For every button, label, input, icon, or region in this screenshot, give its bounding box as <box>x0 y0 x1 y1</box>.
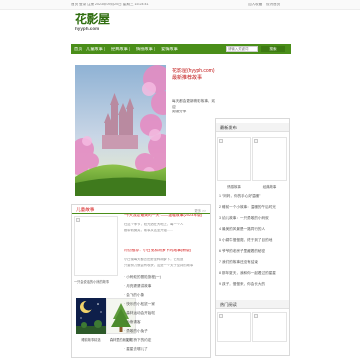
hero-summary-line: 每天都会更新精彩故事，欢迎 <box>172 99 216 109</box>
add-favorite-link[interactable]: 加入收藏 <box>248 3 262 7</box>
list-item[interactable]: 2 睡前一个小故事：温暖的午后时光 <box>219 205 276 210</box>
list-item[interactable]: 7 我们的故事还没有结束 <box>219 260 258 265</box>
list-item[interactable]: · 会飞的小象 <box>124 293 144 298</box>
search-button[interactable]: 搜索 <box>261 46 285 52</box>
nav-item-classic[interactable]: 经典故事 <box>111 47 128 51</box>
feature-line: 在这个季节，阳光洒在大地上，每一个人 <box>124 223 184 226</box>
feature-line: 小白兔每天都去田野里种胡萝卜，它知道 <box>124 258 184 261</box>
sidebar-section-title: 最新发布 <box>220 125 237 130</box>
feature-line: 只要努力就会有收获，这是一个关于坚持的故事 <box>124 264 194 267</box>
feature-line: 都带着微笑，故事从这里开始…… <box>124 229 174 232</box>
list-item[interactable]: 8 那年夏天，我和你一起看过的星星 <box>219 271 276 276</box>
hero-title[interactable]: 花影屋(hyyph.com)最新推荐故事 <box>172 68 218 86</box>
sidebar-section-header: 最新发布 <box>216 123 289 132</box>
sidebar-thumb[interactable] <box>217 137 251 181</box>
sidebar-thumb[interactable] <box>252 137 287 181</box>
top-link-home[interactable]: 首页 <box>71 3 78 7</box>
sidebar-thumb-caption[interactable]: 情感故事 <box>217 184 251 189</box>
broken-image-icon <box>219 314 223 318</box>
nav-separator: | <box>129 46 131 51</box>
set-homepage-link[interactable]: 设为首页 <box>266 3 280 7</box>
nav-item-home[interactable]: 首页 <box>74 47 82 51</box>
list-item[interactable]: · 彩虹桥下的约定 <box>124 338 151 343</box>
hero-summary-line: 阅读分享 <box>172 110 187 113</box>
story-thumb-caption[interactable]: 睡前故事精选 <box>76 337 106 342</box>
broken-image-icon <box>76 218 80 222</box>
top-link-register[interactable]: 注册 <box>87 3 94 7</box>
sidebar-thumb[interactable] <box>217 312 251 342</box>
castle-landscape-illustration <box>75 65 166 196</box>
broken-image-icon <box>254 139 258 143</box>
list-item[interactable]: · 小熊请客 <box>124 320 141 325</box>
top-notice: 2023年09月20日 星期三 15:24:41 <box>95 3 149 6</box>
nav-item-emotion[interactable]: 情感故事 <box>136 47 153 51</box>
list-item[interactable]: 6 爷爷的老房子里藏着的秘密 <box>219 249 265 254</box>
list-item[interactable]: 1 “妈妈，你的手心好温暖” <box>219 194 260 199</box>
broken-image-icon <box>219 139 223 143</box>
list-item[interactable]: · 星星去哪儿了 <box>124 347 148 352</box>
hero-image[interactable] <box>75 65 166 196</box>
sidebar-thumb-caption[interactable]: 经典故事 <box>252 184 287 189</box>
feature-headline[interactable]: 特别推荐：小白兔和胡萝卜的故事(新版) <box>124 249 210 253</box>
nav-separator: | <box>154 46 156 51</box>
story-thumb-night[interactable] <box>76 298 106 334</box>
broken-image-icon <box>254 314 258 318</box>
nav-separator: | <box>104 46 106 51</box>
list-item[interactable]: 9 孩子，慢慢来，你会长大的 <box>219 282 265 287</box>
search-input[interactable] <box>226 46 258 52</box>
list-item[interactable]: · 月亮婆婆讲故事 <box>124 284 151 289</box>
sidebar-section-header: 热门阅读 <box>216 300 289 309</box>
list-item[interactable]: 3 幼儿故事：一只勇敢的小蚂蚁 <box>219 216 269 221</box>
site-logo-sub: hyyph.com <box>75 27 100 31</box>
section-header: 儿童故事 更多 >> <box>72 205 210 214</box>
feature-headline[interactable]: “今天我是最美的一天”——温暖故事(2023年版) <box>124 214 210 218</box>
sidebar-thumb[interactable] <box>252 312 287 342</box>
top-bar <box>0 0 360 10</box>
list-item[interactable]: 5 小蜗牛慢慢爬，终于到了目的地 <box>219 238 272 243</box>
nav-item-love[interactable]: 爱情故事 <box>161 47 178 51</box>
sidebar-section-title: 热门阅读 <box>220 302 237 307</box>
story-thumb[interactable] <box>74 216 118 276</box>
list-item[interactable]: · 快乐的小松鼠一家 <box>124 302 155 307</box>
list-item[interactable]: · 森林运动会开始啦 <box>124 311 155 316</box>
more-link[interactable]: 更多 >> <box>194 208 206 213</box>
list-item[interactable]: · 小蚂蚁的冒险旅程(一) <box>124 275 161 280</box>
section-title[interactable]: 儿童故事 <box>76 207 94 213</box>
night-moon-illustration <box>76 298 106 334</box>
list-item[interactable]: · 勇敢的小兔子 <box>124 329 148 334</box>
nav-item-children[interactable]: 儿童故事 <box>86 47 103 51</box>
site-logo[interactable]: 花影屋 <box>75 13 110 25</box>
top-link-login[interactable]: 登录 <box>79 3 86 7</box>
list-item[interactable]: 4 最美的风景是一路同行的人 <box>219 227 265 232</box>
